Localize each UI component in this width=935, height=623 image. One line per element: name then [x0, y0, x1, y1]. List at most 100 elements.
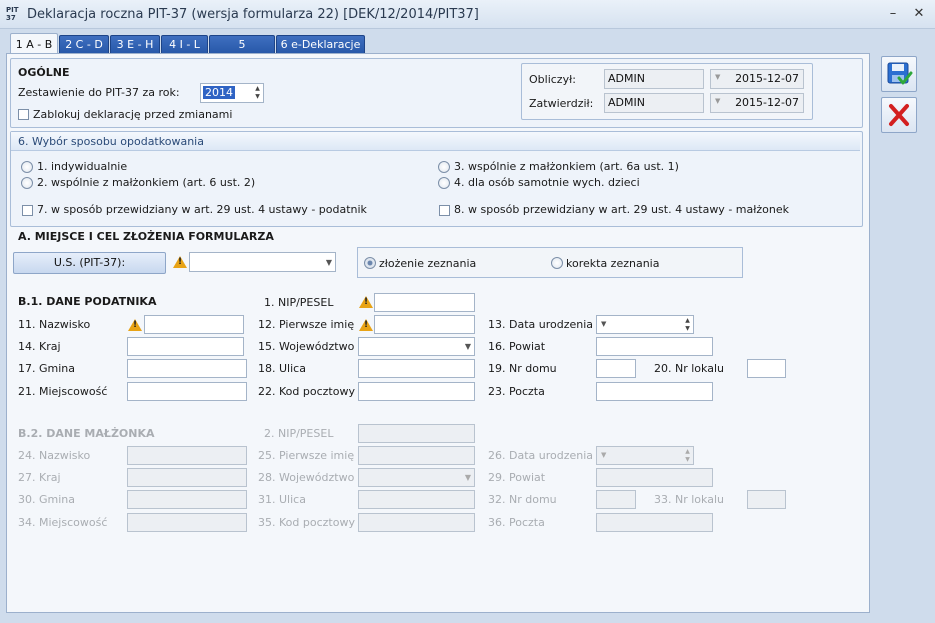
spouse-street-input	[358, 490, 475, 509]
tab-a-b[interactable]: 1 A - B	[10, 33, 58, 55]
apartment-number-input[interactable]	[747, 359, 786, 378]
close-button[interactable]: ✕	[910, 6, 928, 22]
purpose-correction-radio[interactable]	[551, 257, 563, 269]
spouse-municipality-input	[127, 490, 247, 509]
birth-date-label: 13. Data urodzenia	[488, 318, 594, 331]
year-label: Zestawienie do PIT-37 za rok:	[18, 86, 180, 99]
save-disk-icon	[887, 62, 913, 85]
spin-down-icon[interactable]: ▼	[253, 93, 262, 100]
taxation-single-parent-label: 4. dla osób samotnie wych. dzieci	[454, 176, 640, 189]
surname-label: 11. Nazwisko	[18, 318, 91, 331]
taxpayer-heading: B.1. DANE PODATNIKA	[18, 295, 157, 308]
chevron-down-icon[interactable]: ▼	[601, 320, 606, 328]
spouse-country-label: 27. Kraj	[18, 471, 61, 484]
country-label: 14. Kraj	[18, 340, 61, 353]
spouse-postal-code-label: 35. Kod pocztowy	[258, 516, 355, 529]
taxation-joint-art6a-radio[interactable]	[438, 161, 450, 173]
nip-label: 1. NIP/PESEL	[264, 296, 334, 309]
spouse-nip-input	[358, 424, 475, 443]
house-number-input[interactable]	[596, 359, 636, 378]
section-a-heading: A. MIEJSCE I CEL ZŁOŻENIA FORMULARZA	[18, 230, 274, 243]
spouse-voivodeship-select: ▼	[358, 468, 475, 487]
locality-input[interactable]	[127, 382, 247, 401]
spouse-nip-label: 2. NIP/PESEL	[264, 427, 334, 440]
window-title: Deklaracja roczna PIT-37 (wersja formula…	[27, 7, 479, 22]
first-name-warning-icon	[359, 319, 373, 331]
pit37-app-icon: PIT 37	[6, 6, 19, 22]
spouse-birth-date-input: ▼ ▲ ▼	[596, 446, 694, 465]
house-number-label: 19. Nr domu	[488, 362, 557, 375]
spouse-post-office-label: 36. Poczta	[488, 516, 545, 529]
spouse-birth-date-label: 26. Data urodzenia	[488, 449, 594, 462]
title-bar: PIT 37 Deklaracja roczna PIT-37 (wersja f…	[0, 0, 935, 29]
spouse-locality-label: 34. Miejscowość	[18, 516, 108, 529]
spouse-house-number-input	[596, 490, 636, 509]
taxation-individual-radio[interactable]	[21, 161, 33, 173]
art29-spouse-checkbox[interactable]	[439, 205, 450, 216]
spouse-locality-input	[127, 513, 247, 532]
nip-warning-icon	[359, 296, 373, 308]
cancel-x-icon	[889, 104, 909, 126]
chevron-down-icon: ▼	[325, 258, 332, 267]
municipality-input[interactable]	[127, 359, 247, 378]
save-button[interactable]	[881, 56, 917, 92]
taxation-individual-label: 1. indywidualnie	[37, 160, 128, 173]
nip-input[interactable]	[374, 293, 475, 312]
birth-date-input[interactable]: ▼ ▲ ▼	[596, 315, 694, 334]
first-name-input[interactable]	[374, 315, 475, 334]
minimize-button[interactable]: –	[884, 6, 902, 22]
cancel-button[interactable]	[881, 97, 917, 133]
tax-office-button[interactable]: U.S. (PIT-37):	[13, 252, 166, 274]
spouse-county-label: 29. Powiat	[488, 471, 546, 484]
art29-spouse-label: 8. w sposób przewidziany w art. 29 ust. …	[454, 203, 789, 216]
spouse-country-input	[127, 468, 247, 487]
spouse-county-input	[596, 468, 713, 487]
spouse-surname-label: 24. Nazwisko	[18, 449, 91, 462]
tab-e-h[interactable]: 3 E - H	[110, 35, 160, 54]
locality-label: 21. Miejscowość	[18, 385, 108, 398]
approved-label: Zatwierdził:	[529, 97, 594, 110]
postal-code-label: 22. Kod pocztowy	[258, 385, 355, 398]
spin-down-icon[interactable]: ▼	[683, 325, 692, 332]
art29-taxpayer-checkbox[interactable]	[22, 205, 33, 216]
spouse-surname-input	[127, 446, 247, 465]
voivodeship-select[interactable]: ▼	[358, 337, 475, 356]
country-input[interactable]	[127, 337, 244, 356]
apartment-number-label: 20. Nr lokalu	[654, 362, 724, 375]
tab-c-d[interactable]: 2 C - D	[59, 35, 109, 54]
lock-checkbox[interactable]	[18, 109, 29, 120]
purpose-correction-label: korekta zeznania	[566, 257, 660, 270]
spin-up-icon[interactable]: ▲	[253, 85, 262, 92]
calculated-date: 2015-12-07	[710, 69, 804, 89]
year-value: 2014	[203, 86, 235, 99]
post-office-label: 23. Poczta	[488, 385, 545, 398]
year-spinner[interactable]: 2014 ▲ ▼	[200, 83, 264, 103]
tab-attachments[interactable]: 5 Załączniki	[209, 35, 275, 69]
municipality-label: 17. Gmina	[18, 362, 75, 375]
tax-office-select[interactable]: ▼	[189, 252, 336, 272]
chevron-down-icon: ▼	[464, 473, 471, 482]
taxation-joint-art6-label: 2. wspólnie z małżonkiem (art. 6 ust. 2)	[37, 176, 256, 189]
spouse-municipality-label: 30. Gmina	[18, 493, 75, 506]
street-label: 18. Ulica	[258, 362, 306, 375]
spin-up-icon: ▲	[685, 448, 690, 455]
tab-i-l[interactable]: 4 I - L	[161, 35, 208, 54]
spouse-house-number-label: 32. Nr domu	[488, 493, 557, 506]
taxation-single-parent-radio[interactable]	[438, 177, 450, 189]
general-heading: OGÓLNE	[18, 66, 70, 79]
spin-up-icon[interactable]: ▲	[683, 317, 692, 324]
tab-e-declarations[interactable]: 6 e-Deklaracje	[276, 35, 365, 54]
approved-user: ADMIN	[604, 93, 704, 113]
postal-code-input[interactable]	[358, 382, 475, 401]
approved-date: 2015-12-07	[710, 93, 804, 113]
taxation-joint-art6-radio[interactable]	[21, 177, 33, 189]
spouse-first-name-label: 25. Pierwsze imię	[258, 449, 355, 462]
purpose-filing-radio[interactable]	[364, 257, 376, 269]
county-input[interactable]	[596, 337, 713, 356]
post-office-input[interactable]	[596, 382, 713, 401]
voivodeship-label: 15. Województwo	[258, 340, 355, 353]
street-input[interactable]	[358, 359, 475, 378]
surname-input[interactable]	[144, 315, 244, 334]
approved-date-dropdown-icon: ▼	[715, 97, 721, 105]
spouse-street-label: 31. Ulica	[258, 493, 306, 506]
